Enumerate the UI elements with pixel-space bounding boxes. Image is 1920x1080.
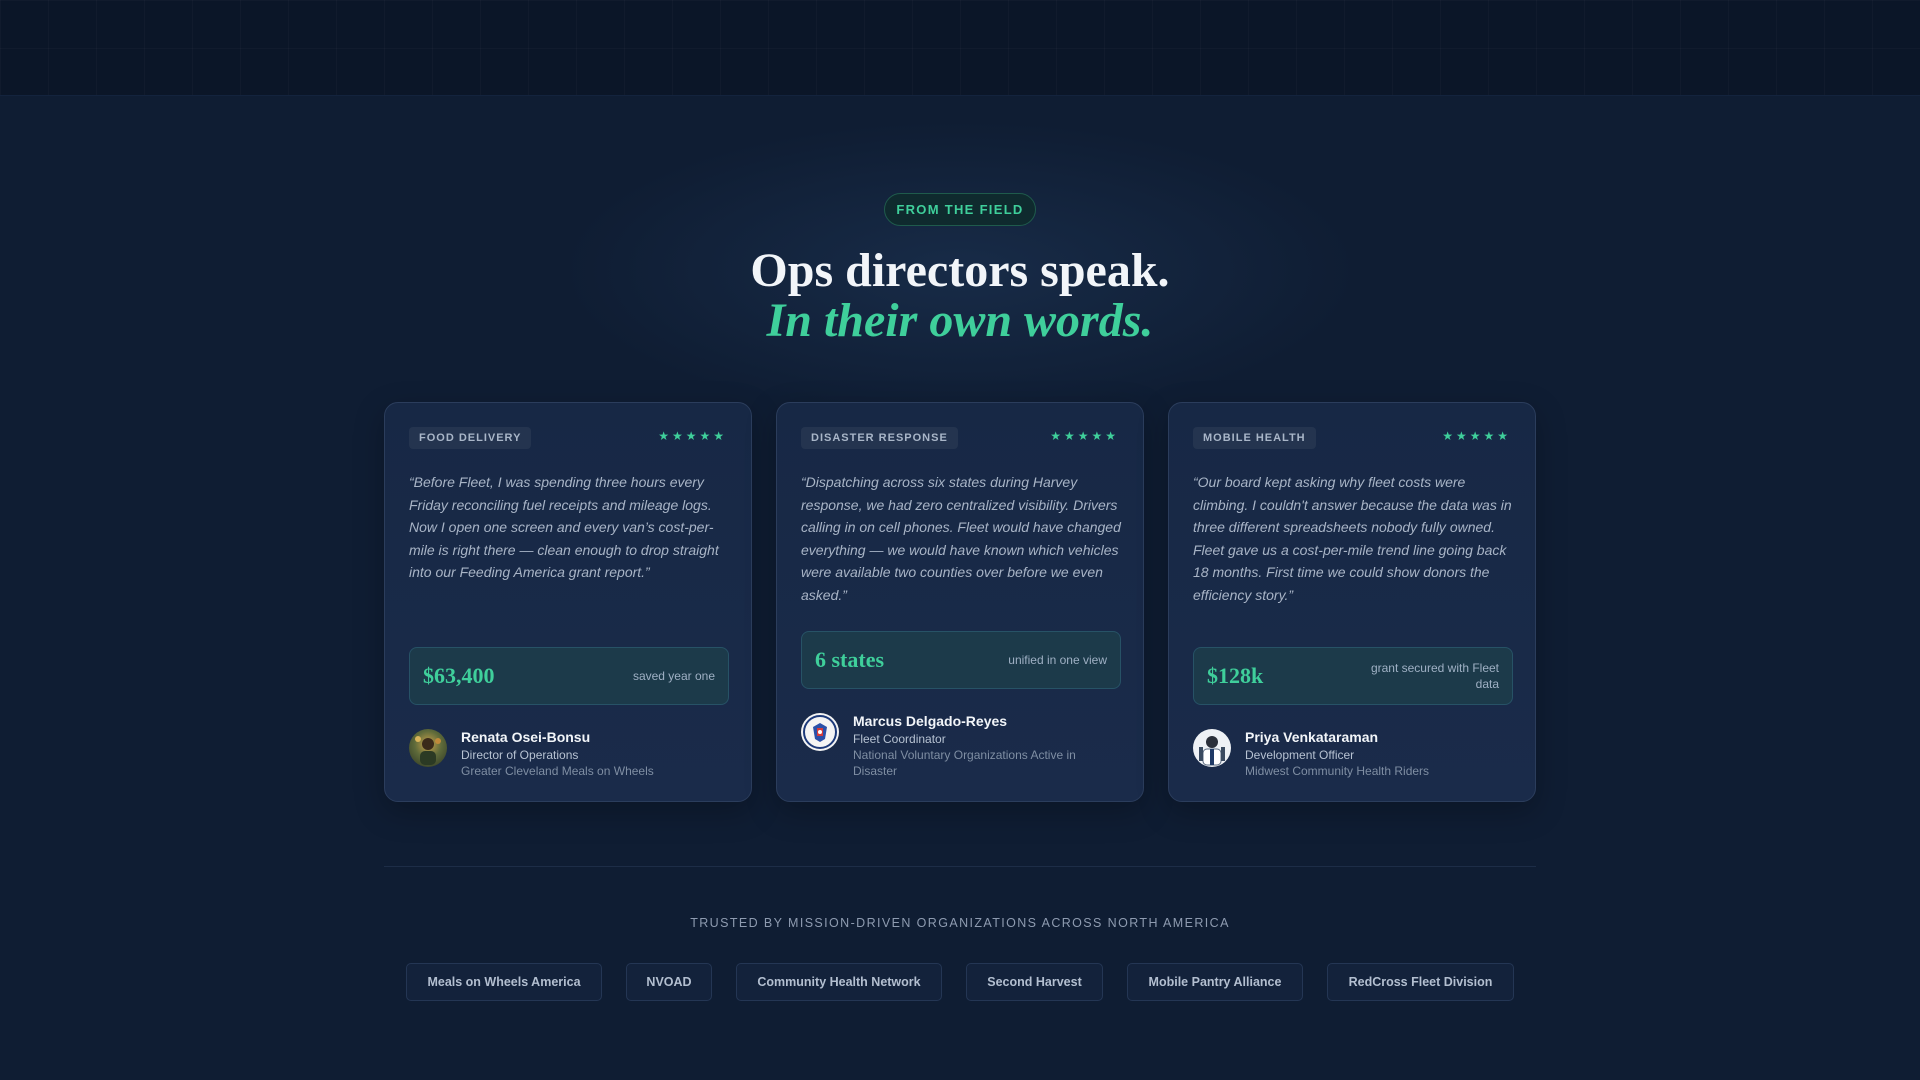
- testimonial-quote: “Dispatching across six states during Ha…: [801, 474, 1121, 603]
- author-role: Director of Operations: [461, 748, 579, 762]
- avatar: [409, 729, 447, 767]
- section-divider: [384, 866, 1536, 867]
- avatar: [801, 713, 839, 751]
- logo-chip-community-health-network: Community Health Network: [736, 963, 942, 1001]
- logo-chip-nvoad: NVOAD: [626, 963, 712, 1001]
- metric-box: $128k grant secured with Fleet data: [1193, 647, 1513, 705]
- testimonial-card-food-delivery: FOOD DELIVERY ★★★★★ “Before Fleet, I was…: [384, 402, 752, 802]
- author-name: Priya Venkataraman: [1245, 729, 1379, 745]
- author-organization: Greater Cleveland Meals on Wheels: [461, 764, 654, 778]
- author-block: Priya Venkataraman Development Officer M…: [1193, 729, 1513, 779]
- logo-chip-mobile-pantry-alliance: Mobile Pantry Alliance: [1127, 963, 1303, 1001]
- metric-note: unified in one view: [1008, 653, 1107, 667]
- star-rating-icon: ★★★★★: [658, 429, 727, 443]
- author-role: Fleet Coordinator: [853, 732, 946, 746]
- category-tag: DISASTER RESPONSE: [801, 427, 958, 449]
- metric-box: $63,400 saved year one: [409, 647, 729, 705]
- logo-chip-redcross-fleet-division: RedCross Fleet Division: [1327, 963, 1514, 1001]
- metric-value: $63,400: [423, 663, 495, 688]
- section-headline: Ops directors speak. In their own words.: [0, 246, 1920, 346]
- author-block: Marcus Delgado-Reyes Fleet Coordinator N…: [801, 713, 1121, 779]
- metric-box: 6 states unified in one view: [801, 631, 1121, 689]
- trusted-by-label: TRUSTED BY MISSION-DRIVEN ORGANIZATIONS …: [690, 916, 1230, 930]
- logo-chip-second-harvest: Second Harvest: [966, 963, 1103, 1001]
- testimonial-card-mobile-health: MOBILE HEALTH ★★★★★ “Our board kept aski…: [1168, 402, 1536, 802]
- section-eyebrow-badge: FROM THE FIELD: [884, 193, 1036, 226]
- category-tag: FOOD DELIVERY: [409, 427, 532, 449]
- author-role: Development Officer: [1245, 748, 1355, 762]
- testimonial-quote: “Before Fleet, I was spending three hour…: [409, 474, 719, 581]
- avatar: [1193, 729, 1231, 767]
- metric-note: grant secured with Fleet data: [1370, 661, 1499, 691]
- top-band: [0, 0, 1920, 96]
- headline-line-2: In their own words.: [766, 294, 1154, 347]
- star-rating-icon: ★★★★★: [1442, 429, 1511, 443]
- avatar-emblem-icon: [803, 715, 837, 749]
- testimonial-card-disaster-response: DISASTER RESPONSE ★★★★★ “Dispatching acr…: [776, 402, 1144, 802]
- author-block: Renata Osei-Bonsu Director of Operations…: [409, 729, 729, 779]
- star-rating-icon: ★★★★★: [1050, 429, 1119, 443]
- logo-chip-meals-on-wheels: Meals on Wheels America: [406, 963, 602, 1001]
- avatar-photo-icon: [1199, 736, 1225, 766]
- headline-line-1: Ops directors speak.: [750, 244, 1170, 297]
- author-name: Renata Osei-Bonsu: [461, 729, 591, 745]
- metric-value: 6 states: [815, 647, 885, 672]
- avatar-photo-icon: [415, 736, 441, 765]
- author-organization: National Voluntary Organizations Active …: [853, 748, 1076, 778]
- metric-note: saved year one: [632, 669, 715, 683]
- category-tag: MOBILE HEALTH: [1193, 427, 1316, 449]
- author-name: Marcus Delgado-Reyes: [853, 713, 1008, 729]
- testimonial-quote: “Our board kept asking why fleet costs w…: [1193, 474, 1512, 603]
- metric-value: $128k: [1207, 663, 1264, 688]
- author-organization: Midwest Community Health Riders: [1245, 764, 1430, 778]
